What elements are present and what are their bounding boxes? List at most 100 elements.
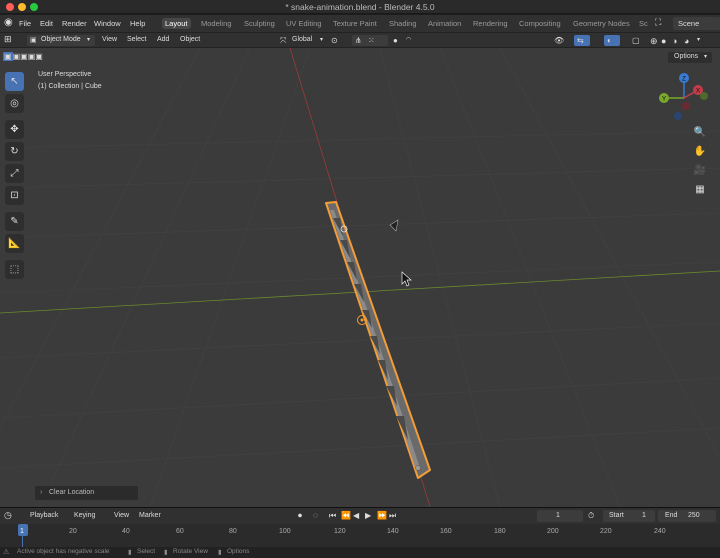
shading-rendered-icon[interactable]: ◕ bbox=[684, 36, 689, 46]
pan-view-icon[interactable]: ✋ bbox=[693, 144, 707, 158]
blender-logo-icon[interactable]: ◉ bbox=[4, 17, 13, 28]
camera-view-icon[interactable]: 🎥 bbox=[693, 163, 707, 177]
tab-scripting[interactable]: Sc bbox=[636, 18, 651, 29]
shading-solid-icon[interactable]: ● bbox=[661, 36, 666, 46]
play-icon[interactable]: ▶ bbox=[365, 511, 371, 520]
timeline-menu-playback[interactable]: Playback bbox=[30, 512, 58, 519]
ruler-tick: 80 bbox=[229, 528, 237, 535]
pencil-icon: ✎ bbox=[10, 216, 19, 227]
rotate-tool[interactable]: ↻ bbox=[5, 142, 24, 161]
tab-geometry-nodes[interactable]: Geometry Nodes bbox=[570, 18, 633, 29]
tab-texture-paint[interactable]: Texture Paint bbox=[330, 18, 380, 29]
select-box-tool[interactable]: ↖ bbox=[5, 72, 24, 91]
chevron-down-icon: ▾ bbox=[697, 37, 701, 43]
3d-viewport[interactable]: ↖ ◎ ✥ ↻ ⤢ ⊡ ✎ 📐 ⬚ ▣▣▣▣▣ User Perspective… bbox=[0, 48, 720, 507]
viewport-canvas[interactable] bbox=[0, 48, 720, 507]
object-mode-icon: ▣ bbox=[30, 37, 37, 44]
select-new-icon[interactable]: ▣ bbox=[3, 52, 13, 61]
status-bar: ⚠ Active object has negative scale ▮ Sel… bbox=[0, 547, 720, 558]
timeline-menu-keying[interactable]: Keying bbox=[74, 512, 95, 519]
jump-start-icon[interactable]: ⏮ bbox=[329, 511, 336, 521]
zoom-view-icon[interactable]: 🔍 bbox=[693, 125, 707, 139]
next-keyframe-icon[interactable]: ⏩ bbox=[377, 511, 387, 520]
pivot-point-icon[interactable]: ⊙ bbox=[331, 36, 338, 45]
viewport-header: ⊞ ▣ Object Mode ▾ View Select Add Object… bbox=[0, 33, 720, 48]
timeline-menu-view[interactable]: View bbox=[114, 512, 129, 519]
scene-name: Scene bbox=[678, 19, 700, 28]
snake-object[interactable] bbox=[325, 201, 431, 479]
gizmo-neg-y-axis[interactable] bbox=[700, 92, 708, 100]
current-frame-field[interactable] bbox=[537, 510, 583, 522]
transform-orientation-label[interactable]: Global bbox=[292, 36, 312, 43]
3d-cursor-icon: ◎ bbox=[10, 98, 19, 109]
header-menu-view[interactable]: View bbox=[102, 36, 117, 43]
rotate-icon: ↻ bbox=[10, 146, 19, 157]
visibility-icon[interactable]: 👁 bbox=[554, 36, 564, 45]
tab-rendering[interactable]: Rendering bbox=[470, 18, 511, 29]
cube-icon: ⬚ bbox=[9, 264, 20, 275]
add-cube-tool[interactable]: ⬚ bbox=[5, 260, 24, 279]
chevron-down-icon: ▾ bbox=[320, 37, 324, 43]
editor-type-icon[interactable]: ⊞ bbox=[4, 34, 12, 45]
selection-mode-icons[interactable]: ▣▣▣▣▣ bbox=[3, 52, 43, 61]
mode-label: Object Mode bbox=[41, 36, 81, 43]
scale-icon: ⤢ bbox=[10, 168, 19, 179]
ruler-tick: 1 bbox=[20, 528, 24, 535]
record-icon[interactable]: ⏺ bbox=[298, 511, 302, 521]
xray-icon[interactable]: ▢ bbox=[632, 36, 640, 45]
header-menu-select[interactable]: Select bbox=[127, 36, 146, 43]
play-reverse-icon[interactable]: ◀ bbox=[353, 511, 359, 520]
menu-file[interactable]: File bbox=[19, 19, 31, 28]
snap-icon[interactable]: ⋔ bbox=[355, 36, 362, 45]
title-bar: * snake-animation.blend - Blender 4.5.0 bbox=[0, 0, 720, 14]
tab-shading[interactable]: Shading bbox=[386, 18, 420, 29]
measure-tool[interactable]: 📐 bbox=[5, 234, 24, 253]
scene-icon[interactable]: ⛶ bbox=[655, 17, 661, 28]
stopwatch-icon[interactable]: ⏱ bbox=[588, 511, 594, 521]
menu-edit[interactable]: Edit bbox=[40, 19, 53, 28]
menu-window[interactable]: Window bbox=[94, 19, 121, 28]
annotate-tool[interactable]: ✎ bbox=[5, 212, 24, 231]
ruler-tick: 60 bbox=[176, 528, 184, 535]
gizmo-icon: ⇆ bbox=[577, 36, 584, 45]
tab-sculpting[interactable]: Sculpting bbox=[241, 18, 278, 29]
gizmo-neg-z-axis[interactable] bbox=[674, 112, 682, 120]
shading-material-icon[interactable]: ◑ bbox=[672, 36, 677, 46]
select-subtract-icon[interactable]: ▣ bbox=[20, 52, 28, 61]
menu-help[interactable]: Help bbox=[130, 19, 145, 28]
timeline-menu-marker[interactable]: Marker bbox=[139, 512, 161, 519]
select-extend-icon[interactable]: ▣ bbox=[13, 52, 21, 61]
tab-modeling[interactable]: Modeling bbox=[198, 18, 234, 29]
tab-compositing[interactable]: Compositing bbox=[516, 18, 564, 29]
tab-uv-editing[interactable]: UV Editing bbox=[283, 18, 324, 29]
transform-icon: ⊡ bbox=[10, 190, 19, 201]
viewport-perspective-label: User Perspective bbox=[38, 71, 92, 78]
menu-render[interactable]: Render bbox=[62, 19, 87, 28]
scale-tool[interactable]: ⤢ bbox=[5, 164, 24, 183]
status-hint-rotate: Rotate View bbox=[173, 548, 208, 555]
transform-orientation-icon[interactable]: ⤧ bbox=[280, 36, 286, 46]
header-menu-add[interactable]: Add bbox=[157, 36, 169, 43]
jump-end-icon[interactable]: ⏭ bbox=[389, 511, 396, 521]
timeline-editor-type-icon[interactable]: ◷ bbox=[4, 510, 12, 521]
header-menu-object[interactable]: Object bbox=[180, 36, 200, 43]
start-frame-value: 1 bbox=[642, 512, 646, 519]
gizmo-neg-x-axis[interactable] bbox=[682, 102, 690, 110]
transform-tool[interactable]: ⊡ bbox=[5, 186, 24, 205]
snap-target-icon[interactable]: ⁙ bbox=[368, 36, 375, 45]
tab-animation[interactable]: Animation bbox=[425, 18, 464, 29]
auto-keying-icon[interactable]: ◌ bbox=[313, 511, 318, 520]
proportional-edit-icon[interactable]: ● bbox=[393, 36, 398, 45]
move-tool[interactable]: ✥ bbox=[5, 120, 24, 139]
tab-layout[interactable]: Layout bbox=[162, 18, 191, 29]
light-icon bbox=[389, 219, 399, 232]
svg-text:X: X bbox=[696, 88, 701, 95]
ortho-toggle-icon[interactable]: ▦ bbox=[693, 182, 707, 196]
select-intersect-icon[interactable]: ▣ bbox=[35, 52, 43, 61]
status-hint-select: Select bbox=[137, 548, 156, 555]
prev-keyframe-icon[interactable]: ⏪ bbox=[341, 511, 351, 520]
mouse-cursor-icon bbox=[401, 271, 412, 287]
shading-wireframe-icon[interactable]: ⊕ bbox=[650, 36, 658, 47]
cursor-tool[interactable]: ◎ bbox=[5, 94, 24, 113]
navigation-gizmo[interactable]: Z Y X bbox=[656, 70, 716, 130]
